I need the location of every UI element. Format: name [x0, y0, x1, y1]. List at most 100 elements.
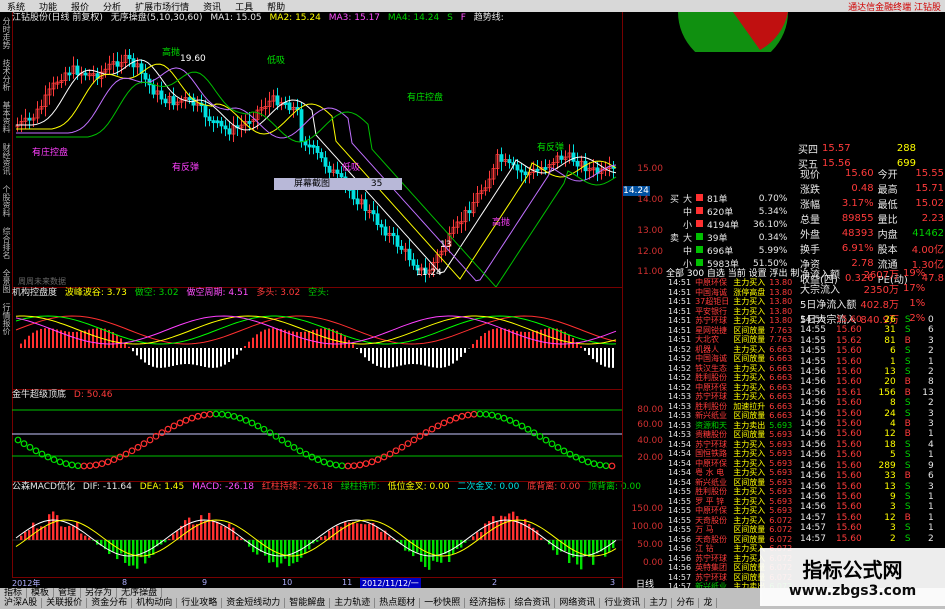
alert-item[interactable]: 14:54 国恒铁路 主力买入 5.693 [666, 449, 794, 459]
alert-item[interactable]: 14:52 胜利股份 主力买入 6.663 [666, 373, 794, 383]
alert-value: 13.80 [769, 306, 793, 316]
left-tab[interactable]: 综合排名 [1, 227, 12, 259]
macd-chart[interactable] [12, 494, 622, 576]
alert-item[interactable]: 14:51 大北农 区间放量 7.763 [666, 335, 794, 345]
alert-item[interactable]: 14:55 天奇股份 主力买入 6.072 [666, 516, 794, 526]
top-bottom-chart[interactable] [12, 402, 622, 480]
alert-item[interactable]: 14:51 苏宁环球 主力买入 13.80 [666, 316, 794, 326]
alert-item[interactable]: 14:52 中原环保 主力买入 6.663 [666, 383, 794, 393]
bottom-tab[interactable]: 关联报价 [42, 598, 88, 608]
bottom-tab[interactable]: 热点题材 [375, 598, 421, 608]
alert-item[interactable]: 14:53 资源和天 主力卖出 5.693 [666, 421, 794, 431]
menu-item[interactable]: 系统 [0, 0, 32, 13]
menu-item[interactable]: 工具 [228, 0, 260, 13]
bottom-tab[interactable]: 管理 [54, 588, 82, 598]
alert-type: 主力买入 [733, 363, 766, 373]
alert-item[interactable]: 14:51 中国海诚 涨停高盘 13.80 [666, 288, 794, 298]
alert-item[interactable]: 14:52 机器人 主力买入 6.663 [666, 345, 794, 355]
left-tab[interactable]: 技术分析 [1, 59, 12, 91]
alert-item[interactable]: 14:52 铁汉生态 主力买入 6.663 [666, 364, 794, 374]
screenshot-button[interactable]: 屏幕截图 35 [274, 178, 402, 190]
bottom-tab[interactable]: 龙 [699, 598, 718, 608]
alert-item[interactable]: 14:53 新兴纸业 区间放量 6.663 [666, 411, 794, 421]
alert-type: 主力买入 [733, 316, 766, 325]
left-tab[interactable]: 个股资料 [1, 185, 12, 217]
alert-value: 5.693 [769, 458, 793, 468]
alert-item[interactable]: 14:54 新兴纸业 区间放量 5.693 [666, 478, 794, 488]
control-degree-chart[interactable] [12, 300, 622, 388]
bottom-tab[interactable]: 一秒快照 [420, 598, 466, 608]
macd-panel[interactable]: 公森MACD优化 DIF: -11.64 DEA: 1.45 MACD: -26… [12, 481, 641, 578]
tick-row: 14:56 15.60 8 S 2 [798, 398, 936, 408]
axis-label: 100.00 [631, 522, 664, 532]
alert-item[interactable]: 14:51 中原环保 主力买入 13.80 [666, 278, 794, 288]
quote-value: 3.17% [841, 198, 874, 209]
indicator-control-panel[interactable]: 机构控盘度 波峰波谷: 3.73 做空: 3.02 做空周期: 4.51 多头:… [12, 287, 622, 390]
left-tab[interactable]: 财经资讯 [1, 143, 12, 175]
bottom-tab[interactable]: 分布 [672, 598, 700, 608]
f-flag: F [460, 13, 466, 23]
tick-list[interactable]: 14:55 15.60 26 S 0 14:55 15.60 31 S 6 14:55 15.62 81… [798, 315, 936, 544]
alert-item[interactable]: 14:54 粤 水 电主力买入 5.693 [666, 468, 794, 478]
top-bottom-panel[interactable]: 金牛超级顶底 D: 50.46 [12, 389, 622, 482]
bottom-tab[interactable]: 经济指标 [465, 598, 511, 608]
bottom-tab[interactable]: 指标 [0, 588, 28, 598]
bottom-tab[interactable]: 综合资讯 [510, 598, 556, 608]
left-tab[interactable]: 分时走势 [1, 17, 12, 49]
bottom-tab[interactable]: 主力轨迹 [330, 598, 376, 608]
histogram-bar [400, 348, 402, 366]
alert-item[interactable]: 14:56 天奇股份 区间放量 6.072 [666, 535, 794, 545]
alert-item[interactable]: 14:53 苏宁环球 主力买入 6.663 [666, 392, 794, 402]
bottom-tab[interactable]: 沪深A股 [0, 598, 43, 608]
tick-count: 8 [927, 377, 934, 388]
macd-bar [232, 527, 235, 540]
left-tab[interactable]: 基本资料 [1, 101, 12, 133]
left-tab[interactable]: 全景图 [1, 269, 12, 293]
alert-stock: 胜利股份 [695, 487, 728, 496]
alert-item[interactable]: 14:53 胜利股份 加速拉升 6.663 [666, 402, 794, 412]
bottom-tab[interactable]: 无序操盘 [117, 588, 163, 598]
left-tab[interactable]: 行情报价 [1, 303, 12, 335]
histogram-bar [524, 331, 526, 348]
alert-item[interactable]: 14:55 胜利股份 主力买入 5.693 [666, 487, 794, 497]
dot-marker [320, 458, 328, 466]
alert-item[interactable]: 14:54 中原环保 主力买入 5.693 [666, 459, 794, 469]
main-chart-panel[interactable]: 江钻股份(日线 前复权) 无序操盘(5,10,30,60) MA1: 15.05… [12, 12, 650, 288]
candlestick-chart[interactable]: 高抛低吸有庄控盘有反弹有庄控盘有反弹高抛低吸 [12, 25, 622, 287]
menu-item[interactable]: 功能 [32, 0, 64, 13]
bottom-tab[interactable]: 机构动向 [132, 598, 178, 608]
menu-item[interactable]: 分析 [96, 0, 128, 13]
bottom-tab[interactable]: 模板 [27, 588, 55, 598]
alert-stock: 万 马 [695, 525, 714, 534]
dot-marker [500, 414, 508, 422]
alert-item[interactable]: 14:53 贵糖股份 区间放量 5.693 [666, 430, 794, 440]
histogram-bar [340, 333, 342, 348]
tick-side: B [904, 512, 911, 523]
bottom-tab[interactable]: 资金短线动力 [222, 598, 286, 608]
alert-item[interactable]: 14:51 37超钜日 主力买入 13.80 [666, 297, 794, 307]
histogram-bar [476, 339, 478, 348]
bottom-tab[interactable]: 行业攻略 [177, 598, 223, 608]
alert-item[interactable]: 14:55 中原环保 主力买入 5.693 [666, 506, 794, 516]
bottom-tab[interactable]: 另存为 [81, 588, 118, 598]
menu-item[interactable]: 报价 [64, 0, 96, 13]
bottom-tab[interactable]: 网络资讯 [555, 598, 601, 608]
promo-text[interactable]: 通达信金融终端 江钻股 [841, 0, 945, 13]
menu-item[interactable]: 资讯 [196, 0, 228, 13]
alert-item[interactable]: 14:51 平安银行 主力买入 13.80 [666, 307, 794, 317]
alert-item[interactable]: 14:55 罗 平 锌主力买入 5.693 [666, 497, 794, 507]
histogram-bar [136, 348, 138, 356]
alert-item[interactable]: 14:51 星网锐捷 区间放量 7.763 [666, 326, 794, 336]
candle-body [363, 199, 368, 211]
histogram-bar [216, 348, 218, 368]
bottom-tab[interactable]: 行业资讯 [600, 598, 646, 608]
menu-item[interactable]: 帮助 [260, 0, 292, 13]
bottom-tab[interactable]: 智能解盘 [285, 598, 331, 608]
menu-item[interactable]: 扩展市场行情 [128, 0, 196, 13]
macd-bar [316, 540, 319, 542]
bottom-tab[interactable]: 主力 [645, 598, 673, 608]
alert-item[interactable]: 14:55 万 马 区间放量 6.072 [666, 525, 794, 535]
bottom-tab[interactable]: 资金分布 [87, 598, 133, 608]
alert-item[interactable]: 14:54 苏宁环球 主力买入 5.693 [666, 440, 794, 450]
alert-item[interactable]: 14:52 中国海诚 区间放量 6.663 [666, 354, 794, 364]
